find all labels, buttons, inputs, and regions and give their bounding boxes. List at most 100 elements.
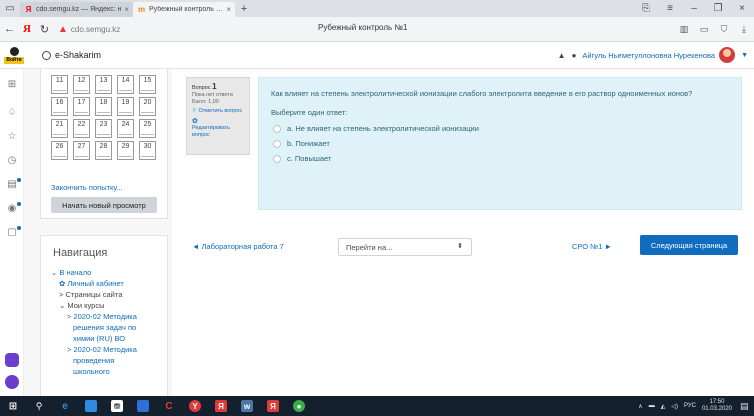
chrome-icon[interactable]: ● (286, 396, 312, 416)
opera-icon[interactable]: C (156, 396, 182, 416)
app-icon-violet[interactable] (5, 353, 19, 367)
question-nav-button[interactable]: 18 (95, 97, 112, 116)
edit-question-link[interactable]: Редактировать вопрос (192, 125, 244, 139)
history-icon[interactable]: ◷ (6, 155, 18, 166)
question-nav-button[interactable]: 25 (139, 119, 156, 138)
app-icon-red[interactable]: Я (260, 396, 286, 416)
question-nav-button[interactable]: 14 (117, 75, 134, 94)
edge-icon[interactable]: e (52, 396, 78, 416)
reload-icon[interactable]: ↻ (35, 23, 54, 36)
star-icon[interactable]: ☆ (6, 131, 18, 142)
nav-tree-item[interactable]: химии (RU) ВО (51, 333, 165, 344)
app-icon-blue[interactable] (130, 396, 156, 416)
site-brand[interactable]: e-Shakarim (42, 50, 101, 60)
clock[interactable]: 17:50 01.03.2020 (702, 399, 732, 413)
back-icon[interactable]: ← (0, 23, 19, 35)
tray-battery-icon[interactable]: ▬ (649, 403, 655, 409)
vk-icon[interactable]: w (234, 396, 260, 416)
protect-icon[interactable]: ⛉ (714, 24, 734, 35)
question-nav-button[interactable]: 15 (139, 75, 156, 94)
warning-icon[interactable]: ▲ (58, 24, 68, 35)
question-nav-button[interactable]: 24 (117, 119, 134, 138)
minimize-icon[interactable]: – (682, 3, 706, 14)
nav-tree-item[interactable]: решения задач по (51, 322, 165, 333)
avatar[interactable] (719, 47, 736, 63)
close-tab-icon[interactable]: × (226, 5, 231, 14)
nav-tree-item[interactable]: проведения (51, 355, 165, 366)
finish-attempt-link[interactable]: Закончить попытку... (51, 183, 123, 192)
next-activity-link[interactable]: СРО №1 ► (572, 242, 612, 251)
yandex-browser-icon[interactable]: Y (182, 396, 208, 416)
answer-option[interactable]: a. Не влияет на степень электролитическо… (271, 121, 729, 136)
gear-icon[interactable]: ✿ (192, 118, 244, 125)
jump-to-select[interactable]: Перейти на... ⬍ (338, 238, 472, 256)
windows-start-icon[interactable]: ⊞ (0, 396, 26, 416)
hamburger-icon[interactable] (42, 50, 51, 60)
restore-icon[interactable]: ❐ (706, 3, 730, 14)
question-nav-button[interactable]: 29 (117, 141, 134, 160)
dashboard-grid-icon[interactable]: ⊞ (6, 79, 18, 90)
store-icon[interactable]: ⛃ (104, 396, 130, 416)
chevron-down-icon[interactable]: ▼ (741, 52, 748, 59)
login-icon[interactable]: Войти (0, 42, 28, 69)
explorer-icon[interactable] (78, 396, 104, 416)
messages-icon[interactable]: ● (572, 51, 577, 60)
flag-question-link[interactable]: ⚐ Отметить вопрос (192, 108, 244, 115)
question-nav-button[interactable]: 28 (95, 141, 112, 160)
app-icon-circle[interactable] (5, 375, 19, 389)
yandex-logo[interactable]: Я (19, 23, 35, 35)
reader-mode-icon[interactable]: ▥ (674, 24, 694, 35)
user-name[interactable]: Айгуль Нығметуллоновна Нурекенова (582, 51, 715, 60)
answer-radio[interactable] (273, 124, 281, 133)
menu-icon[interactable]: ≡ (658, 3, 682, 14)
question-nav-button[interactable]: 12 (73, 75, 90, 94)
volume-icon[interactable]: ◁) (671, 403, 678, 410)
answer-radio[interactable] (273, 139, 281, 148)
question-nav-button[interactable]: 11 (51, 75, 68, 94)
prev-activity-link[interactable]: ◄ Лабораторная работа 7 (192, 242, 284, 251)
language-indicator[interactable]: РУС (684, 403, 696, 409)
yandex-app-icon[interactable]: Я (208, 396, 234, 416)
search-icon[interactable]: ⚲ (26, 396, 52, 416)
question-nav-button[interactable]: 30 (139, 141, 156, 160)
nav-tree-item[interactable]: > 2020-02 Методика (51, 344, 165, 355)
network-icon[interactable]: ◭ (661, 403, 666, 410)
answer-option[interactable]: b. Понижает (271, 136, 729, 151)
question-nav-button[interactable]: 17 (73, 97, 90, 116)
nav-tree-item[interactable]: ✿ Личный кабинет (51, 278, 165, 289)
notifications-icon[interactable]: ▤ (740, 401, 754, 412)
restart-preview-button[interactable]: Начать новый просмотр (51, 197, 157, 213)
download-icon[interactable]: ⤓ (734, 24, 754, 35)
url-field[interactable]: ▲ cdo.semgu.kz (58, 24, 120, 35)
question-nav-button[interactable]: 22 (73, 119, 90, 138)
bookmarks-icon[interactable]: ⎘ (634, 3, 658, 14)
nav-tree-item[interactable]: ⌄ В начало (51, 267, 165, 278)
nav-tree-item[interactable]: > 2020-02 Методика (51, 311, 165, 322)
browser-tab-quiz[interactable]: m Рубежный контроль №1 × (133, 2, 235, 17)
battery-icon[interactable]: ▭ (694, 24, 714, 35)
new-tab-button[interactable]: + (235, 3, 253, 15)
answer-radio[interactable] (273, 154, 281, 163)
question-nav-button[interactable]: 26 (51, 141, 68, 160)
close-window-icon[interactable]: × (730, 3, 754, 14)
nav-tree-item[interactable]: ⌄ Мои курсы (51, 300, 165, 311)
doc-icon[interactable]: ▤ (6, 178, 21, 190)
question-nav-button[interactable]: 20 (139, 97, 156, 116)
question-nav-button[interactable]: 27 (73, 141, 90, 160)
close-tab-icon[interactable]: × (124, 5, 129, 14)
question-nav-button[interactable]: 21 (51, 119, 68, 138)
question-nav-button[interactable]: 23 (95, 119, 112, 138)
question-nav-button[interactable]: 13 (95, 75, 112, 94)
browser-tab-yandex[interactable]: Я cdo.semgu.kz — Яндекс: н × (20, 2, 133, 17)
bell-icon[interactable]: ♤ (6, 107, 18, 118)
tray-chevron-icon[interactable]: ∧ (638, 403, 642, 410)
next-page-button[interactable]: Следующая страница (640, 235, 738, 255)
question-nav-button[interactable]: 16 (51, 97, 68, 116)
nav-tree-item[interactable]: школьного (51, 366, 165, 377)
nav-tree-item[interactable]: > Страницы сайта (51, 289, 165, 300)
notification-bell-icon[interactable]: ▲ (558, 51, 566, 60)
play-icon[interactable]: ◉ (6, 202, 21, 214)
answer-option[interactable]: c. Повышает (271, 151, 729, 166)
tab-list-icon[interactable]: ▭ (0, 0, 20, 17)
question-nav-button[interactable]: 19 (117, 97, 134, 116)
